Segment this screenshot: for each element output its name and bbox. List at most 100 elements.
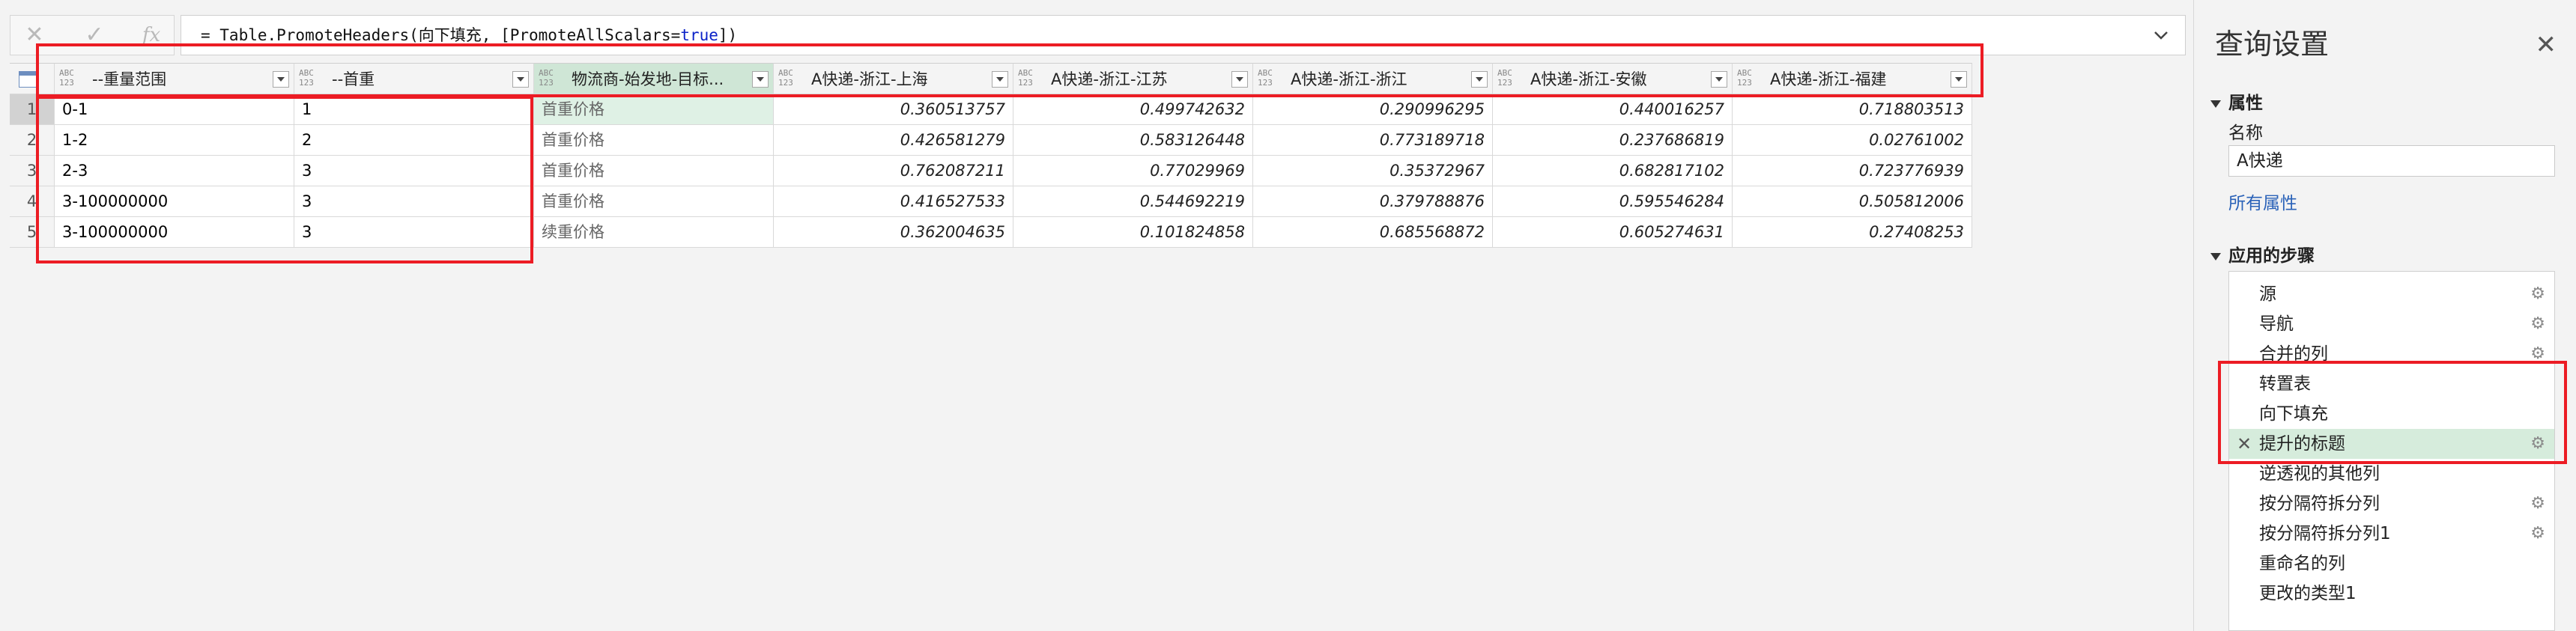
table-cell[interactable]: 首重价格 — [534, 186, 774, 217]
table-cell[interactable]: 3 — [294, 156, 534, 186]
table-cell[interactable]: 首重价格 — [534, 94, 774, 125]
table-cell[interactable]: 首重价格 — [534, 125, 774, 156]
table-cell[interactable]: 0.379788876 — [1253, 186, 1493, 217]
table-cell[interactable]: 3-100000000 — [55, 186, 294, 217]
applied-step-item[interactable]: 源 ⚙ — [2229, 279, 2554, 309]
properties-section-header[interactable]: 属性 — [2210, 88, 2263, 114]
close-icon[interactable]: ✕ — [2536, 30, 2557, 60]
column-header[interactable]: ABC 123 A快递-浙江-浙江 — [1253, 63, 1493, 94]
table-cell[interactable]: 0.583126448 — [1013, 125, 1253, 156]
gear-icon[interactable]: ⚙ — [2530, 489, 2545, 519]
filter-dropdown-icon[interactable] — [1711, 71, 1727, 88]
table-cell[interactable]: 0.723776939 — [1733, 156, 1972, 186]
column-header-label: A快递-浙江-江苏 — [1051, 70, 1168, 88]
table-cell[interactable]: 0.35372967 — [1253, 156, 1493, 186]
table-cell[interactable]: 0.416527533 — [774, 186, 1013, 217]
table-cell[interactable]: 0.499742632 — [1013, 94, 1253, 125]
row-number[interactable]: 5 — [10, 217, 55, 248]
type-any-icon[interactable]: ABC 123 — [1018, 68, 1033, 88]
gear-icon[interactable]: ⚙ — [2530, 279, 2545, 309]
table-cell[interactable]: 2 — [294, 125, 534, 156]
table-cell[interactable]: 0.77029969 — [1013, 156, 1253, 186]
table-cell[interactable]: 0.440016257 — [1493, 94, 1733, 125]
table-cell[interactable]: 0.237686819 — [1493, 125, 1733, 156]
table-cell[interactable]: 3 — [294, 186, 534, 217]
table-cell[interactable]: 0.290996295 — [1253, 94, 1493, 125]
formula-input[interactable]: = Table.PromoteHeaders(向下填充, [PromoteAll… — [181, 15, 2186, 55]
fx-icon[interactable]: fx — [135, 20, 168, 50]
filter-dropdown-icon[interactable] — [992, 71, 1008, 88]
table-cell[interactable]: 0.762087211 — [774, 156, 1013, 186]
column-header[interactable]: ABC 123 --重量范围 — [55, 63, 294, 94]
type-any-icon[interactable]: ABC 123 — [1737, 68, 1752, 88]
gear-icon[interactable]: ⚙ — [2530, 519, 2545, 549]
table-cell[interactable]: 0.27408253 — [1733, 217, 1972, 248]
row-number[interactable]: 3 — [10, 156, 55, 186]
close-icon[interactable]: ✕ — [18, 20, 51, 50]
all-properties-link[interactable]: 所有属性 — [2228, 189, 2297, 214]
type-any-icon[interactable]: ABC 123 — [1497, 68, 1512, 88]
table-cell[interactable]: 首重价格 — [534, 156, 774, 186]
applied-step-label: 提升的标题 — [2259, 434, 2345, 454]
check-icon[interactable]: ✓ — [78, 20, 111, 50]
column-header[interactable]: ABC 123 A快递-浙江-上海 — [774, 63, 1013, 94]
gear-icon[interactable]: ⚙ — [2530, 339, 2545, 369]
column-header[interactable]: ABC 123 A快递-浙江-福建 — [1733, 63, 1972, 94]
table-cell[interactable]: 续重价格 — [534, 217, 774, 248]
table-cell[interactable]: 0-1 — [55, 94, 294, 125]
row-number[interactable]: 1 — [10, 94, 55, 125]
table-cell[interactable]: 0.773189718 — [1253, 125, 1493, 156]
table-select-all[interactable] — [10, 63, 55, 94]
query-name-input[interactable]: A快递 — [2228, 145, 2555, 177]
type-any-icon[interactable]: ABC 123 — [299, 68, 314, 88]
table-cell[interactable]: 3 — [294, 217, 534, 248]
filter-dropdown-icon[interactable] — [512, 71, 529, 88]
applied-steps-section-header[interactable]: 应用的步骤 — [2210, 241, 2315, 266]
delete-step-icon[interactable]: ✕ — [2237, 429, 2252, 459]
filter-dropdown-icon[interactable] — [273, 71, 289, 88]
column-header[interactable]: ABC 123 A快递-浙江-安徽 — [1493, 63, 1733, 94]
filter-dropdown-icon[interactable] — [1471, 71, 1488, 88]
table-cell[interactable]: 0.718803513 — [1733, 94, 1972, 125]
table-cell[interactable]: 0.544692219 — [1013, 186, 1253, 217]
applied-step-item[interactable]: 转置表 — [2229, 369, 2554, 399]
table-cell[interactable]: 0.426581279 — [774, 125, 1013, 156]
applied-step-item[interactable]: ✕ 提升的标题 ⚙ — [2229, 429, 2554, 459]
row-number[interactable]: 2 — [10, 125, 55, 156]
gear-icon[interactable]: ⚙ — [2530, 429, 2545, 459]
chevron-down-icon[interactable] — [2151, 25, 2172, 46]
table-cell[interactable]: 0.505812006 — [1733, 186, 1972, 217]
applied-step-item[interactable]: 逆透视的其他列 — [2229, 459, 2554, 489]
type-any-icon[interactable]: ABC 123 — [539, 68, 554, 88]
table-cell[interactable]: 0.595546284 — [1493, 186, 1733, 217]
table-cell[interactable]: 0.360513757 — [774, 94, 1013, 125]
applied-step-item[interactable]: 更改的类型1 — [2229, 579, 2554, 609]
table-cell[interactable]: 0.101824858 — [1013, 217, 1253, 248]
applied-step-item[interactable]: 向下填充 — [2229, 399, 2554, 429]
applied-step-item[interactable]: 导航 ⚙ — [2229, 309, 2554, 339]
table-cell[interactable]: 1 — [294, 94, 534, 125]
table-cell[interactable]: 0.02761002 — [1733, 125, 1972, 156]
applied-step-item[interactable]: 按分隔符拆分列1 ⚙ — [2229, 519, 2554, 549]
type-any-icon[interactable]: ABC 123 — [1258, 68, 1273, 88]
column-header[interactable]: ABC 123 --首重 — [294, 63, 534, 94]
filter-dropdown-icon[interactable] — [1231, 71, 1248, 88]
filter-dropdown-icon[interactable] — [1951, 71, 1967, 88]
type-any-icon[interactable]: ABC 123 — [59, 68, 74, 88]
row-number[interactable]: 4 — [10, 186, 55, 217]
applied-step-item[interactable]: 重命名的列 — [2229, 549, 2554, 579]
applied-step-item[interactable]: 合并的列 ⚙ — [2229, 339, 2554, 369]
applied-step-item[interactable]: 按分隔符拆分列 ⚙ — [2229, 489, 2554, 519]
column-header[interactable]: ABC 123 A快递-浙江-江苏 — [1013, 63, 1253, 94]
gear-icon[interactable]: ⚙ — [2530, 309, 2545, 339]
table-cell[interactable]: 0.605274631 — [1493, 217, 1733, 248]
type-any-icon[interactable]: ABC 123 — [778, 68, 793, 88]
table-cell[interactable]: 3-100000000 — [55, 217, 294, 248]
table-cell[interactable]: 0.362004635 — [774, 217, 1013, 248]
table-cell[interactable]: 1-2 — [55, 125, 294, 156]
filter-dropdown-icon[interactable] — [752, 71, 769, 88]
table-cell[interactable]: 2-3 — [55, 156, 294, 186]
table-cell[interactable]: 0.682817102 — [1493, 156, 1733, 186]
column-header[interactable]: ABC 123 物流商-始发地-目标... — [534, 63, 774, 94]
table-cell[interactable]: 0.685568872 — [1253, 217, 1493, 248]
